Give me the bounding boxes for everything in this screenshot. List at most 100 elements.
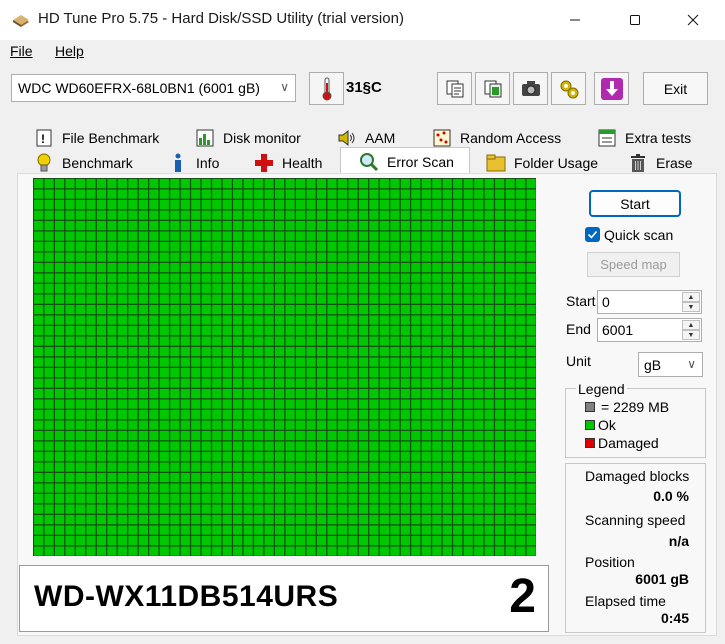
speed-map-button[interactable]: Speed map — [587, 252, 680, 277]
scan-block — [212, 210, 222, 220]
unit-select[interactable]: gB ∨ — [638, 352, 703, 377]
maximize-button[interactable] — [612, 0, 658, 40]
scan-block — [34, 315, 44, 325]
scan-block — [495, 326, 505, 336]
scan-block — [306, 431, 316, 441]
scan-block — [463, 368, 473, 378]
scan-block — [34, 431, 44, 441]
menu-file[interactable]: File — [10, 43, 33, 59]
spin-down-icon[interactable]: ▼ — [682, 330, 700, 340]
scan-block — [474, 368, 484, 378]
minimize-button[interactable] — [552, 0, 598, 40]
scan-block — [327, 336, 337, 346]
scan-block — [138, 305, 148, 315]
scan-block — [254, 504, 264, 514]
scan-block — [306, 410, 316, 420]
tab-extra-tests[interactable]: Extra tests — [597, 125, 691, 150]
copy-text-button[interactable] — [437, 72, 472, 105]
scan-block — [54, 536, 65, 546]
scan-block — [86, 431, 96, 441]
scan-block — [474, 242, 484, 252]
scan-block — [254, 494, 264, 504]
scan-block — [243, 242, 253, 252]
scan-block — [44, 357, 54, 367]
quick-scan-checkbox[interactable] — [585, 227, 600, 242]
temperature-button[interactable] — [309, 72, 344, 105]
spin-down-icon[interactable]: ▼ — [682, 302, 700, 312]
tab-file-benchmark[interactable]: ! File Benchmark — [34, 125, 159, 150]
scan-block — [348, 525, 358, 535]
scan-block — [75, 389, 86, 399]
scan-block — [254, 294, 264, 304]
scan-block — [128, 431, 138, 441]
options-button[interactable] — [551, 72, 586, 105]
spin-up-icon[interactable]: ▲ — [682, 320, 700, 330]
scan-block — [285, 536, 295, 546]
spin-up-icon[interactable]: ▲ — [682, 292, 700, 302]
start-field[interactable]: 0 ▲ ▼ — [597, 290, 702, 314]
start-button[interactable]: Start — [589, 190, 681, 217]
scan-block — [233, 294, 243, 304]
scan-block — [390, 389, 400, 399]
tab-label: Info — [196, 154, 220, 171]
scan-block — [316, 336, 327, 346]
menu-help[interactable]: Help — [55, 43, 84, 59]
scan-block — [306, 231, 316, 241]
close-button[interactable] — [670, 0, 716, 40]
scan-block — [516, 483, 526, 493]
scanning-speed-label: Scanning speed — [585, 512, 686, 528]
drive-select[interactable]: WDC WD60EFRX-68L0BN1 (6001 gB) ∨ — [11, 74, 296, 102]
scan-block — [128, 263, 138, 273]
scan-block — [222, 525, 232, 535]
scan-block — [191, 210, 201, 220]
scan-block — [96, 368, 107, 378]
scan-block — [379, 494, 389, 504]
scan-block — [411, 420, 421, 430]
tab-folder-usage[interactable]: Folder Usage — [486, 150, 598, 175]
exit-button[interactable]: Exit — [643, 72, 708, 105]
scan-block — [128, 441, 138, 451]
scan-block — [295, 221, 306, 231]
scan-block — [65, 273, 75, 283]
screenshot-button[interactable] — [513, 72, 548, 105]
scan-block — [379, 525, 389, 535]
scan-block — [233, 431, 243, 441]
scan-block — [65, 378, 75, 388]
scan-block — [191, 452, 201, 462]
scan-block — [337, 252, 348, 262]
quick-scan-label[interactable]: Quick scan — [604, 227, 673, 243]
scan-block — [421, 305, 431, 315]
scan-block — [390, 420, 400, 430]
scan-block — [222, 273, 232, 283]
scan-block — [65, 420, 75, 430]
scan-block — [306, 221, 316, 231]
scan-block — [65, 336, 75, 346]
scan-block — [400, 420, 410, 430]
scan-block — [138, 231, 148, 241]
tab-label: AAM — [365, 129, 396, 146]
scan-block — [358, 441, 369, 451]
tab-disk-monitor[interactable]: Disk monitor — [195, 125, 301, 150]
scan-block — [138, 252, 148, 262]
scan-block — [421, 294, 431, 304]
save-button[interactable] — [594, 72, 629, 105]
scan-block — [316, 483, 327, 493]
scan-block — [327, 452, 337, 462]
scan-block — [358, 210, 369, 220]
scan-block — [421, 368, 431, 378]
scan-block — [421, 378, 431, 388]
tab-health[interactable]: Health — [254, 150, 322, 175]
tab-erase[interactable]: Erase — [628, 150, 693, 175]
tab-error-scan[interactable]: Error Scan — [340, 147, 470, 175]
scan-block — [65, 431, 75, 441]
copy-all-button[interactable] — [475, 72, 510, 105]
scan-block — [149, 368, 159, 378]
end-field[interactable]: 6001 ▲ ▼ — [597, 318, 702, 342]
scan-block — [138, 357, 148, 367]
tab-info[interactable]: Info — [168, 150, 219, 175]
scan-block — [306, 483, 316, 493]
scan-block — [233, 525, 243, 535]
scan-block — [337, 284, 348, 294]
tab-benchmark[interactable]: Benchmark — [34, 150, 133, 175]
scan-block — [191, 525, 201, 535]
